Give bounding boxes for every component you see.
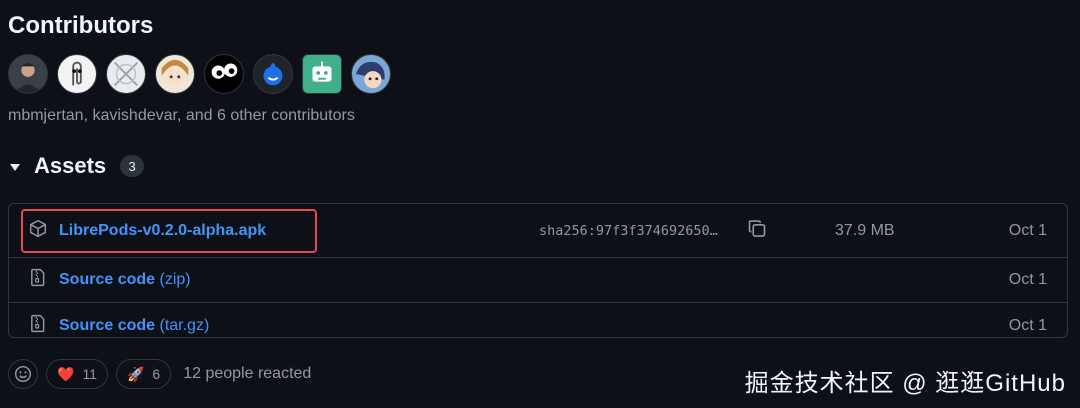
caret-down-icon — [10, 163, 20, 171]
rocket-icon: 🚀 — [126, 365, 145, 382]
asset-row: Source code (tar.gz) Oct 1 — [9, 303, 1067, 337]
asset-date: Oct 1 — [1008, 316, 1047, 334]
file-zip-icon — [29, 268, 47, 292]
contributor-avatars — [8, 54, 391, 94]
asset-date: Oct 1 — [1008, 271, 1047, 288]
asset-suffix: (zip) — [159, 271, 191, 288]
asset-link-apk[interactable]: LibrePods-v0.2.0-alpha.apk — [59, 222, 266, 240]
reactions-bar: ❤️ 11 🚀 6 12 people reacted — [8, 359, 311, 389]
heart-reaction-button[interactable]: ❤️ 11 — [46, 359, 108, 389]
rocket-count: 6 — [152, 366, 161, 382]
avatar-blue-creature[interactable] — [253, 54, 293, 94]
avatar-cartoon-eyes[interactable] — [204, 54, 244, 94]
assets-count-badge: 3 — [120, 155, 145, 177]
asset-row: Source code (zip) Oct 1 — [9, 258, 1067, 303]
avatar-geometric[interactable] — [106, 54, 146, 94]
asset-suffix: (tar.gz) — [159, 316, 210, 334]
assets-heading: Assets — [34, 153, 107, 178]
add-reaction-button[interactable] — [8, 359, 38, 389]
heart-icon: ❤️ — [57, 365, 75, 382]
asset-name-text: Source code — [59, 271, 156, 288]
release-page: Contributors mbmjertan, kavishdevar, and… — [0, 0, 1080, 408]
package-icon — [29, 219, 47, 242]
avatar-anime-character[interactable] — [155, 54, 195, 94]
smiley-icon — [14, 365, 32, 383]
contributors-summary: mbmjertan, kavishdevar, and 6 other cont… — [8, 107, 355, 124]
avatar-robot[interactable] — [302, 54, 342, 94]
heart-count: 11 — [82, 366, 97, 382]
asset-link-source-targz[interactable]: Source code (tar.gz) — [59, 317, 209, 335]
assets-list: LibrePods-v0.2.0-alpha.apk sha256:97f3f3… — [8, 203, 1068, 338]
copy-icon[interactable] — [747, 218, 767, 243]
watermark: 掘金技术社区 @ 逛逛GitHub — [744, 370, 1066, 397]
asset-row: LibrePods-v0.2.0-alpha.apk sha256:97f3f3… — [9, 204, 1067, 258]
asset-name-text: Source code — [59, 316, 156, 334]
file-zip-icon — [29, 314, 47, 337]
avatar-photo-person[interactable] — [8, 54, 48, 94]
rocket-reaction-button[interactable]: 🚀 6 — [115, 359, 172, 389]
avatar-illustration[interactable] — [351, 54, 391, 94]
assets-toggle[interactable]: Assets 3 — [8, 153, 145, 179]
contributors-heading: Contributors — [8, 12, 154, 39]
asset-sha256: sha256:97f3f374692650… — [539, 222, 718, 239]
asset-size: 37.9 MB — [835, 221, 895, 239]
avatar-paperclip[interactable] — [57, 54, 97, 94]
asset-date: Oct 1 — [1008, 221, 1047, 239]
asset-link-source-zip[interactable]: Source code (zip) — [59, 271, 191, 289]
reactions-summary: 12 people reacted — [183, 365, 312, 382]
